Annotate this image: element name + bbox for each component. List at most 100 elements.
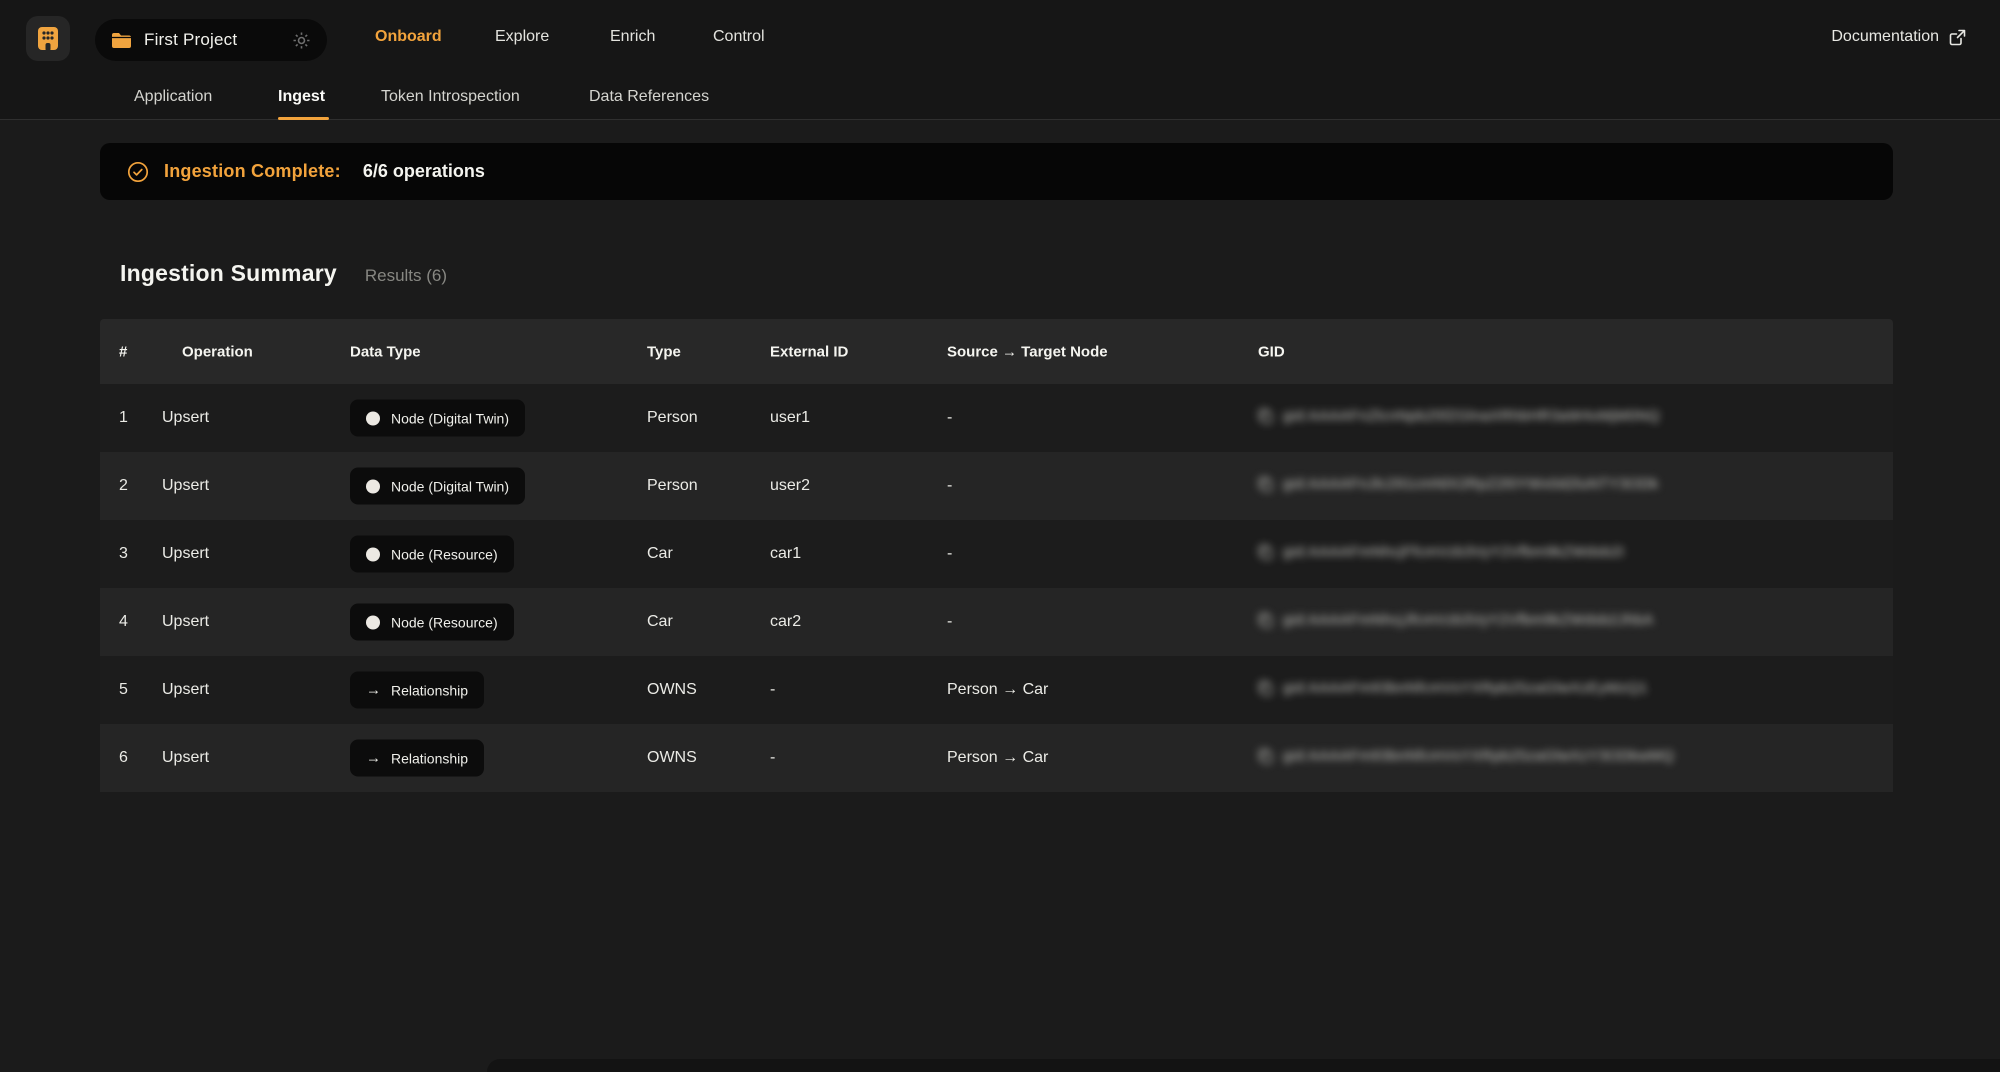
gid-value-blurred[interactable]: gid:AAAAFm93bnNfcmVsYXRpb25zaGlwXzY3ODkw… <box>1258 747 1674 764</box>
copy-icon <box>1258 680 1273 696</box>
row-num: 1 <box>119 409 128 427</box>
gid-value-blurred[interactable]: gid:AAAAFm93bnNfcmVsYXRpb25zaGlwXzEyMzQ1 <box>1258 679 1648 696</box>
row-operation: Upsert <box>162 681 209 699</box>
row-num: 3 <box>119 545 128 563</box>
row-source-target: Person → Car <box>947 749 1048 767</box>
documentation-link[interactable]: Documentation <box>1831 28 1966 46</box>
row-num: 4 <box>119 613 128 631</box>
gid-value-blurred[interactable]: gid:AAAAFmNhcjFfcmVzb3VyY2Vfbm9kZWdsb2I <box>1258 543 1624 560</box>
col-header-gid: GID <box>1258 343 1285 360</box>
node-dot-icon <box>366 547 380 561</box>
gid-text: gid:AAAAFm93bnNfcmVsYXRpb25zaGlwXzY3ODkw… <box>1283 747 1674 764</box>
row-external-id: car1 <box>770 545 801 563</box>
gid-value-blurred[interactable]: gid:AAAAFnJlc291cmNlX2RpZ2l0YWx0d2luNTY3… <box>1258 475 1659 492</box>
badge-label: Node (Digital Twin) <box>391 410 509 426</box>
nav-control[interactable]: Control <box>713 28 765 46</box>
row-external-id: car2 <box>770 613 801 631</box>
documentation-label: Documentation <box>1831 28 1939 46</box>
gid-text: gid:AAAAFnZlcnNpb25fZGlnaXRhbHR3aW4xMjM0… <box>1283 407 1660 424</box>
copy-icon <box>1258 476 1273 492</box>
data-type-badge: → Relationship <box>350 672 484 709</box>
row-external-id: - <box>770 749 775 767</box>
row-type: Car <box>647 545 673 563</box>
row-num: 5 <box>119 681 128 699</box>
row-external-id: - <box>770 681 775 699</box>
row-operation: Upsert <box>162 545 209 563</box>
row-type: OWNS <box>647 749 697 767</box>
gid-value-blurred[interactable]: gid:AAAAFnZlcnNpb25fZGlnaXRhbHR3aW4xMjM0… <box>1258 407 1660 424</box>
row-operation: Upsert <box>162 477 209 495</box>
col-header-type: Type <box>647 343 681 360</box>
summary-heading: Ingestion Summary Results (6) <box>120 260 447 287</box>
tab-data-references[interactable]: Data References <box>589 88 709 106</box>
table-row: 2 Upsert Node (Digital Twin) Person user… <box>100 452 1893 520</box>
col-header-data-type: Data Type <box>350 343 421 360</box>
app-logo-button[interactable] <box>26 16 70 61</box>
row-operation: Upsert <box>162 613 209 631</box>
top-header: First Project Onboard Explore Enrich Con… <box>0 0 2000 120</box>
ingestion-summary-table: # Operation Data Type Type External ID S… <box>100 319 1893 792</box>
app-page: First Project Onboard Explore Enrich Con… <box>0 0 2000 1072</box>
badge-label: Relationship <box>391 750 468 766</box>
row-type: Person <box>647 409 698 427</box>
copy-icon <box>1258 748 1273 764</box>
folder-icon <box>111 32 132 49</box>
badge-label: Node (Resource) <box>391 614 498 630</box>
relationship-arrow-icon: → <box>366 750 381 767</box>
badge-label: Node (Resource) <box>391 546 498 562</box>
row-operation: Upsert <box>162 409 209 427</box>
banner-title: Ingestion Complete: <box>164 161 341 182</box>
external-link-icon <box>1949 29 1966 46</box>
gid-value-blurred[interactable]: gid:AAAAFmNhcjJfcmVzb3VyY2Vfbm9kZWdsb2Jh… <box>1258 611 1654 628</box>
gid-text: gid:AAAAFnJlc291cmNlX2RpZ2l0YWx0d2luNTY3… <box>1283 475 1659 492</box>
node-dot-icon <box>366 411 380 425</box>
bottom-sheet-edge <box>487 1059 2000 1072</box>
data-type-badge: Node (Digital Twin) <box>350 468 525 505</box>
data-type-badge: Node (Resource) <box>350 604 514 641</box>
relationship-arrow-icon: → <box>366 682 381 699</box>
row-source-target: - <box>947 409 952 427</box>
table-row: 4 Upsert Node (Resource) Car car2 - gid:… <box>100 588 1893 656</box>
gid-text: gid:AAAAFmNhcjJfcmVzb3VyY2Vfbm9kZWdsb2Jh… <box>1283 611 1654 628</box>
nav-explore[interactable]: Explore <box>495 28 549 46</box>
nav-enrich[interactable]: Enrich <box>610 28 655 46</box>
badge-label: Relationship <box>391 682 468 698</box>
row-external-id: user2 <box>770 477 810 495</box>
row-type: Car <box>647 613 673 631</box>
col-header-external-id: External ID <box>770 343 848 360</box>
row-source-target: Person → Car <box>947 681 1048 699</box>
gid-text: gid:AAAAFmNhcjFfcmVzb3VyY2Vfbm9kZWdsb2I <box>1283 543 1624 560</box>
row-external-id: user1 <box>770 409 810 427</box>
data-type-badge: Node (Digital Twin) <box>350 400 525 437</box>
row-num: 2 <box>119 477 128 495</box>
project-selector[interactable]: First Project <box>95 19 327 61</box>
copy-icon <box>1258 612 1273 628</box>
row-source-target: - <box>947 477 952 495</box>
table-row: 3 Upsert Node (Resource) Car car1 - gid:… <box>100 520 1893 588</box>
page-title: Ingestion Summary <box>120 260 337 287</box>
col-header-num: # <box>119 343 127 360</box>
project-name: First Project <box>144 30 237 50</box>
row-type: Person <box>647 477 698 495</box>
tab-application[interactable]: Application <box>134 88 212 106</box>
col-header-operation: Operation <box>182 343 253 360</box>
active-tab-underline <box>278 117 329 120</box>
gear-icon[interactable] <box>292 31 311 50</box>
row-source-target: - <box>947 545 952 563</box>
row-source-target: - <box>947 613 952 631</box>
results-count: Results (6) <box>365 266 447 286</box>
tab-ingest[interactable]: Ingest <box>278 88 325 106</box>
check-circle-icon <box>127 161 149 183</box>
table-header-row: # Operation Data Type Type External ID S… <box>100 319 1893 384</box>
gid-text: gid:AAAAFm93bnNfcmVsYXRpb25zaGlwXzEyMzQ1 <box>1283 679 1648 696</box>
data-type-badge: Node (Resource) <box>350 536 514 573</box>
table-row: 5 Upsert → Relationship OWNS - Person → C… <box>100 656 1893 724</box>
row-operation: Upsert <box>162 749 209 767</box>
building-icon <box>37 26 59 51</box>
row-type: OWNS <box>647 681 697 699</box>
sub-tab-bar: Application Ingest Token Introspection D… <box>0 78 2000 120</box>
nav-onboard[interactable]: Onboard <box>375 28 442 46</box>
banner-detail: 6/6 operations <box>363 161 485 182</box>
col-header-source-target: Source → Target Node <box>947 343 1108 360</box>
tab-token-introspection[interactable]: Token Introspection <box>381 88 520 106</box>
